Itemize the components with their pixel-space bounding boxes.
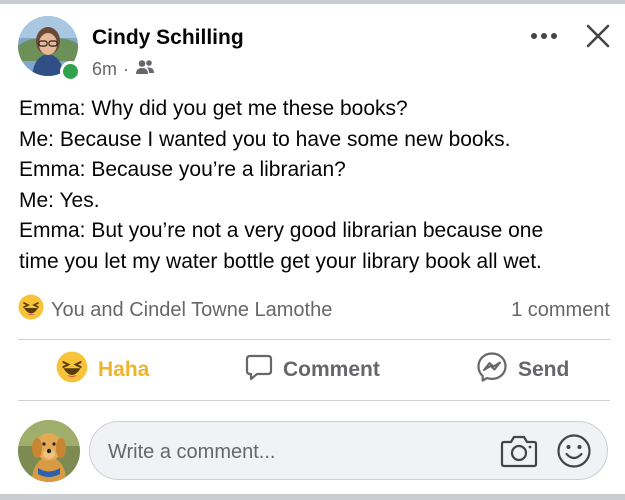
- friends-icon[interactable]: [135, 59, 155, 80]
- author-name[interactable]: Cindy Schilling: [92, 26, 244, 50]
- meta-separator: ·: [123, 58, 130, 79]
- online-status-dot: [60, 61, 81, 82]
- bottom-edge: [0, 494, 625, 500]
- reactions-summary[interactable]: You and Cindel Towne Lamothe: [18, 294, 333, 326]
- comment-button[interactable]: Comment: [245, 352, 380, 388]
- haha-label: Haha: [98, 358, 150, 381]
- post-line: Emma: But you’re not a very good librari…: [19, 219, 544, 242]
- post-line: Emma: Because you’re a librarian?: [19, 158, 346, 181]
- comments-count[interactable]: 1 comment: [511, 296, 610, 324]
- comment-composer[interactable]: [89, 421, 608, 480]
- camera-icon[interactable]: [500, 433, 538, 469]
- post-time[interactable]: 6m: [92, 59, 117, 80]
- post-text: Emma: Why did you get me these books? Me…: [19, 94, 619, 277]
- post-line: Emma: Why did you get me these books?: [19, 97, 408, 120]
- reactions-text: You and Cindel Towne Lamothe: [51, 298, 333, 321]
- emoji-icon[interactable]: [556, 433, 592, 469]
- send-button[interactable]: Send: [476, 352, 569, 388]
- haha-reaction-icon: [18, 294, 44, 326]
- divider: [18, 400, 610, 401]
- comment-icon: [245, 353, 273, 387]
- comment-input[interactable]: [106, 436, 470, 468]
- haha-button[interactable]: Haha: [56, 351, 150, 389]
- post-line: Me: Yes.: [19, 188, 100, 212]
- close-icon[interactable]: [582, 20, 614, 52]
- post-line: Me: Because I wanted you to have some ne…: [19, 127, 511, 151]
- send-label: Send: [518, 358, 570, 381]
- divider: [18, 339, 610, 340]
- more-options-icon[interactable]: [528, 22, 560, 50]
- haha-icon: [56, 351, 88, 389]
- commenter-avatar[interactable]: [18, 420, 80, 482]
- post-line: time you let my water bottle get your li…: [19, 249, 542, 273]
- post-meta: 6m ·: [92, 58, 155, 80]
- comment-label: Comment: [283, 358, 380, 381]
- messenger-icon: [476, 351, 508, 389]
